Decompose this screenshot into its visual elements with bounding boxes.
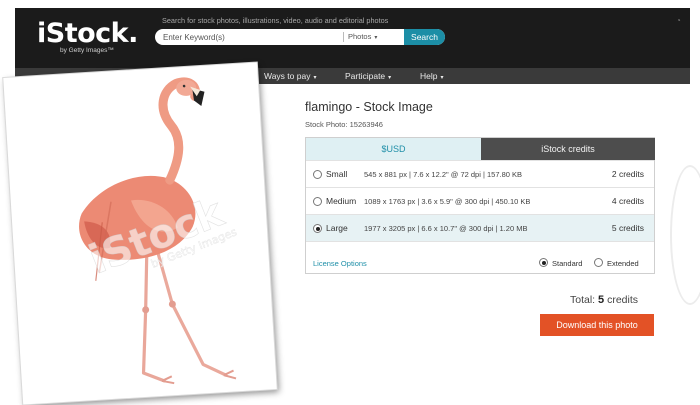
size-dimensions: 545 x 881 px | 7.6 x 12.2" @ 72 dpi | 15… <box>364 170 523 179</box>
size-credits: 5 credits <box>611 223 644 233</box>
tab-istock-credits[interactable]: iStock credits <box>481 138 655 160</box>
flamingo-illustration: iStock by Getty Images <box>79 77 239 385</box>
stock-photo-id: Stock Photo: 15263946 <box>305 120 383 129</box>
search-filter-dropdown[interactable]: Photos ▾ <box>348 29 404 45</box>
total-label: Total: <box>570 294 596 306</box>
size-dimensions: 1089 x 1763 px | 3.6 x 5.9" @ 300 dpi | … <box>364 197 531 206</box>
size-name: Small <box>326 169 348 179</box>
size-radio[interactable] <box>313 197 322 206</box>
size-row-medium[interactable]: Medium 1089 x 1763 px | 3.6 x 5.9" @ 300… <box>306 187 654 214</box>
size-row-small[interactable]: Small 545 x 881 px | 7.6 x 12.2" @ 72 dp… <box>306 160 654 187</box>
size-row-large[interactable]: Large 1977 x 3205 px | 6.6 x 10.7" @ 300… <box>306 214 654 241</box>
size-name: Large <box>326 223 348 233</box>
nav-help[interactable]: Help ▾ <box>420 68 444 84</box>
search-button[interactable]: Search <box>404 29 445 45</box>
flamingo-photo: iStock by Getty Images <box>3 62 277 405</box>
license-label: Extended <box>607 258 639 268</box>
chevron-down-icon: ▾ <box>313 75 317 81</box>
size-radio[interactable] <box>313 170 322 179</box>
size-credits: 4 credits <box>611 196 644 206</box>
download-button[interactable]: Download this photo <box>540 314 654 336</box>
nav-ways-to-pay[interactable]: Ways to pay ▾ <box>264 68 316 84</box>
nav-item-label: Ways to pay <box>264 71 311 81</box>
license-radio-selected[interactable] <box>539 258 548 267</box>
nav-item-label: Help <box>420 71 438 81</box>
chevron-down-icon: ▾ <box>440 75 444 81</box>
size-credits: 2 credits <box>611 169 644 179</box>
divider <box>306 241 654 242</box>
size-radio-selected[interactable] <box>313 224 322 233</box>
search-divider <box>343 32 344 42</box>
tab-usd[interactable]: $USD <box>306 138 481 160</box>
search-input[interactable] <box>155 29 343 45</box>
search-bar: Photos▾ Search <box>155 29 445 45</box>
total-value: 5 <box>598 294 605 306</box>
logo-tagline: by Getty Images™ <box>60 47 114 54</box>
license-options-link[interactable]: License Options <box>313 259 367 268</box>
search-filter-label: Photos <box>348 32 372 41</box>
site-header: iStock. by Getty Images™ Search for stoc… <box>15 8 690 68</box>
search-hint: Search for stock photos, illustrations, … <box>162 16 389 25</box>
total-credits: Total: 5 credits <box>570 294 638 306</box>
account-icon[interactable]: ◔ <box>676 16 686 26</box>
chevron-down-icon: ▾ <box>374 35 378 41</box>
page-title: flamingo - Stock Image <box>305 100 433 114</box>
size-dimensions: 1977 x 3205 px | 6.6 x 10.7" @ 300 dpi |… <box>364 224 528 233</box>
chevron-down-icon: ▾ <box>388 75 392 81</box>
nav-item-label: Participate <box>345 71 386 81</box>
license-radio[interactable] <box>594 258 603 267</box>
nav-participate[interactable]: Participate ▾ <box>345 68 391 84</box>
decorative-ring <box>670 165 700 305</box>
pricing-table: $USD iStock credits Small 545 x 881 px |… <box>305 137 655 274</box>
istock-logo[interactable]: iStock. <box>37 18 138 49</box>
size-name: Medium <box>326 196 357 206</box>
total-unit: credits <box>607 294 639 306</box>
license-label: Standard <box>552 258 583 268</box>
